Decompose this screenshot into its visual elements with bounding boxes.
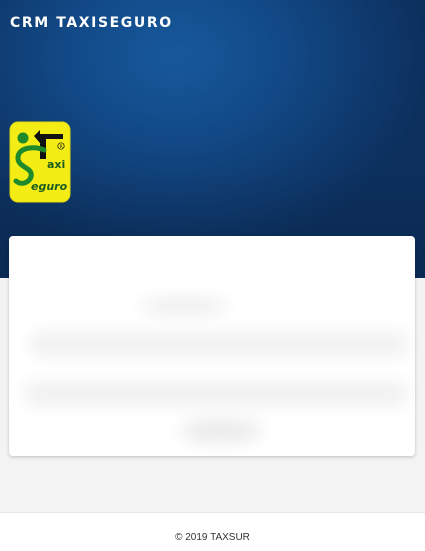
blurred-submit-button[interactable] [179,420,263,442]
taxiseguro-logo[interactable]: axi eguro R [9,121,71,203]
blurred-input-field[interactable] [29,332,409,356]
app-title: CRM TAXISEGURO [10,15,173,31]
svg-text:eguro: eguro [31,180,68,193]
login-card[interactable] [9,236,415,456]
blurred-card-title [139,300,229,312]
logo-green-dot [17,132,29,144]
svg-text:axi: axi [47,158,65,171]
footer: © 2019 TAXSUR [0,512,425,551]
copyright-text: © 2019 TAXSUR [175,532,250,543]
blurred-input-field[interactable] [23,382,409,406]
svg-text:R: R [60,144,63,150]
taxiseguro-logo-graphic: axi eguro R [9,121,71,203]
